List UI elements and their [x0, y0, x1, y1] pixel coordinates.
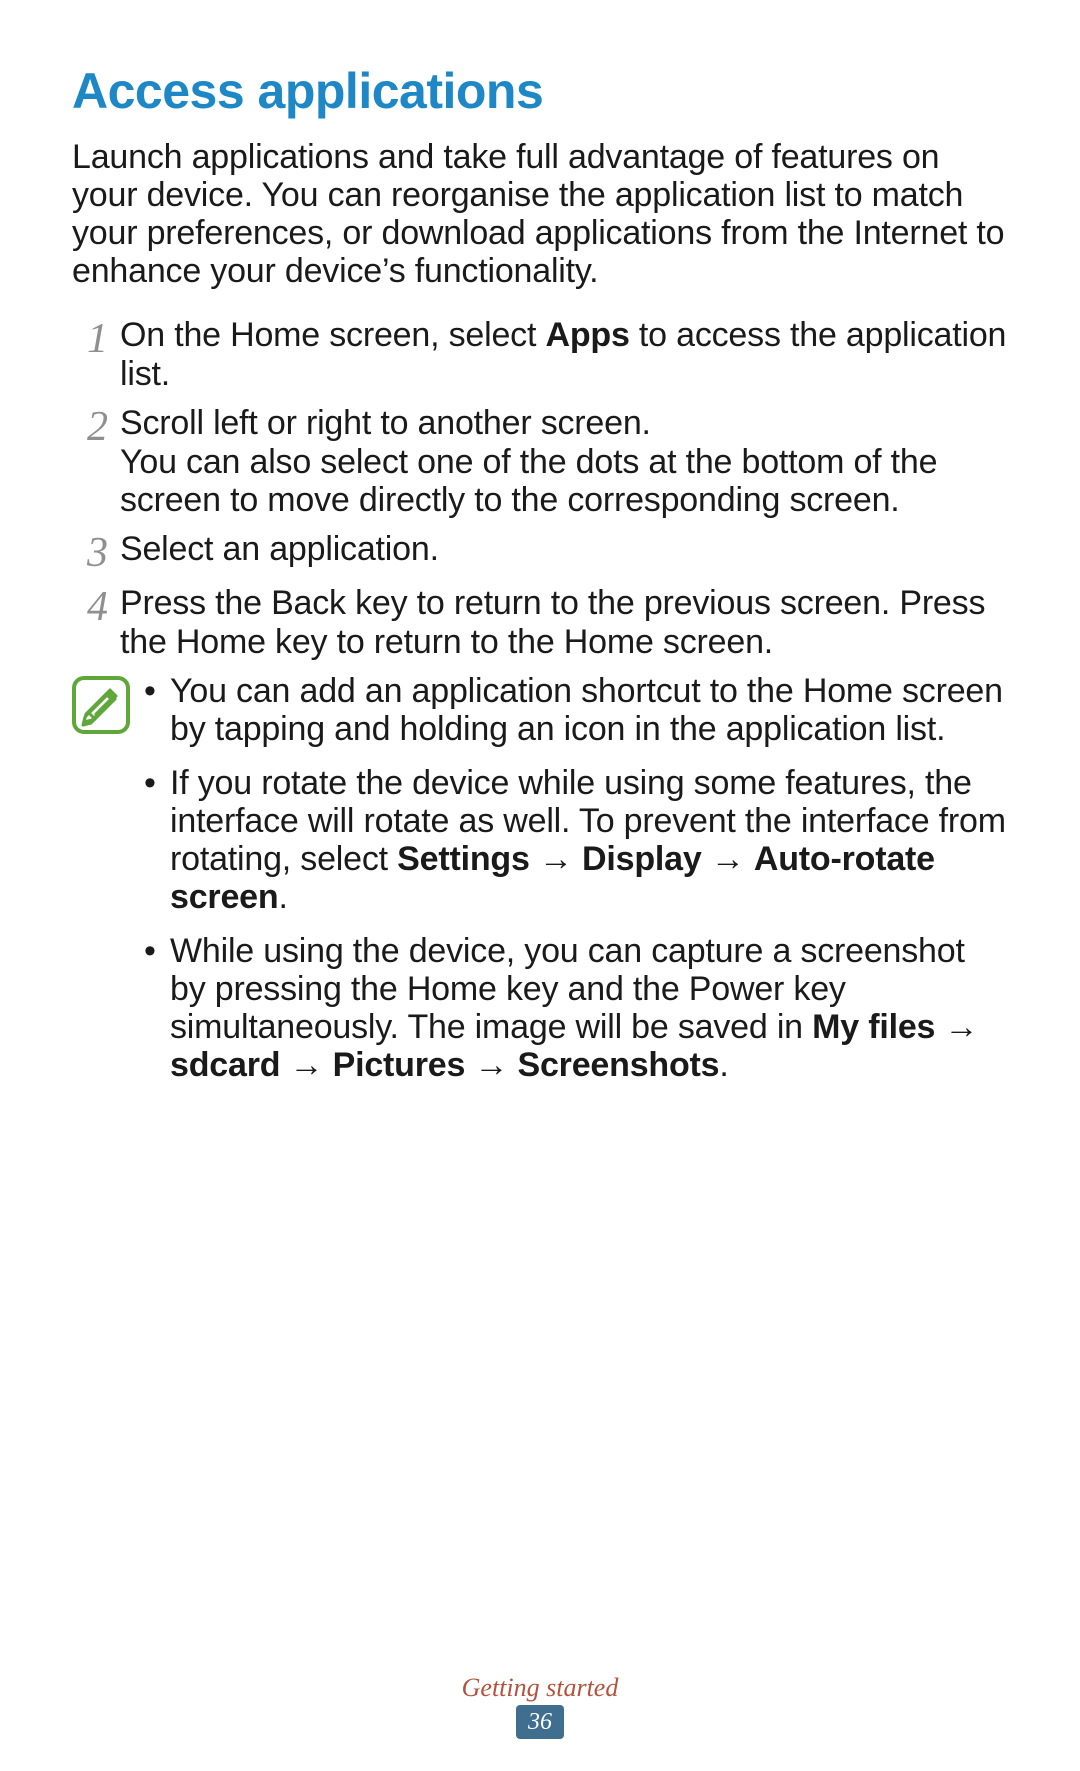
page-number-badge: 36	[516, 1705, 564, 1739]
note-bold: My files	[812, 1008, 935, 1046]
page-footer: Getting started 36	[0, 1673, 1080, 1739]
step-row: 3 Select an application.	[72, 530, 1008, 574]
step-list: 1 On the Home screen, select Apps to acc…	[72, 316, 1008, 661]
note-bold: Pictures	[333, 1046, 466, 1084]
step-row: 4 Press the Back key to return to the pr…	[72, 584, 1008, 662]
step-number: 1	[72, 318, 108, 360]
arrow: →	[474, 1046, 508, 1084]
intro-paragraph: Launch applications and take full advant…	[72, 138, 1008, 290]
note-item: While using the device, you can capture …	[144, 932, 1008, 1084]
note-pencil-icon	[72, 676, 130, 734]
arrow: →	[290, 1046, 324, 1084]
footer-chapter: Getting started	[0, 1673, 1080, 1703]
note-bullet-list: You can add an application shortcut to t…	[144, 672, 1008, 1101]
step-body: Select an application.	[120, 530, 439, 569]
note-bold: sdcard	[170, 1046, 280, 1084]
step-text: On the Home screen, select	[120, 316, 545, 354]
note-bold: Screenshots	[518, 1046, 720, 1084]
arrow: →	[711, 840, 745, 878]
step-body: On the Home screen, select Apps to acces…	[120, 316, 1008, 394]
step-body: Scroll left or right to another screen. …	[120, 404, 1008, 520]
step-number: 2	[72, 406, 108, 448]
step-row: 2 Scroll left or right to another screen…	[72, 404, 1008, 520]
arrow: →	[945, 1008, 979, 1046]
note-item: If you rotate the device while using som…	[144, 764, 1008, 916]
note-item: You can add an application shortcut to t…	[144, 672, 1008, 748]
arrow: →	[539, 840, 573, 878]
step-number: 3	[72, 532, 108, 574]
step-body: Press the Back key to return to the prev…	[120, 584, 1008, 662]
manual-page: Access applications Launch applications …	[0, 0, 1080, 1771]
section-heading: Access applications	[72, 62, 1008, 120]
step-extra: You can also select one of the dots at t…	[120, 443, 1008, 521]
step-row: 1 On the Home screen, select Apps to acc…	[72, 316, 1008, 394]
step-text: Scroll left or right to another screen.	[120, 404, 1008, 443]
note-block: You can add an application shortcut to t…	[72, 672, 1008, 1101]
step-number: 4	[72, 586, 108, 628]
step-bold: Apps	[545, 316, 629, 354]
note-bold: Display	[582, 840, 702, 878]
note-bold: Settings	[397, 840, 530, 878]
